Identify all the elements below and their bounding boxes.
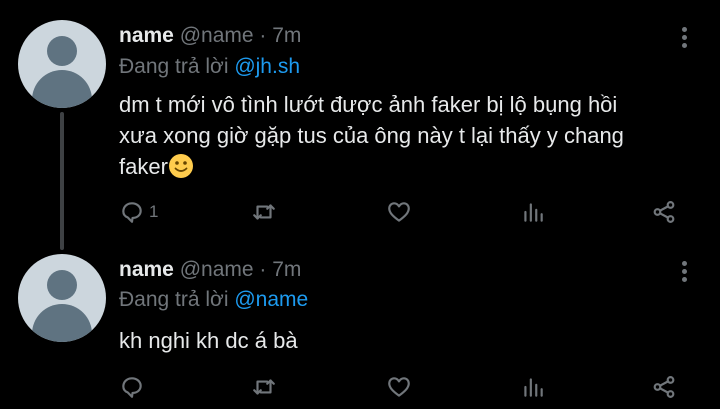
tweet-text: dm t mới vô tình lướt được ảnh faker bị … (119, 89, 699, 182)
retweet-icon (253, 379, 275, 395)
tweet[interactable]: name @name · 7m Đang trả lời @name kh ng… (0, 250, 720, 409)
share-button[interactable] (651, 372, 677, 402)
avatar[interactable] (18, 20, 106, 108)
tweet-actions: 1 (0, 197, 720, 227)
reply-button[interactable]: 1 (119, 197, 158, 227)
mention-link[interactable]: @name (234, 288, 308, 311)
replying-to: Đang trả lời @jh.sh (119, 54, 300, 80)
share-icon (653, 201, 675, 223)
display-name[interactable]: name (119, 258, 174, 281)
analytics-icon (524, 203, 543, 222)
slightly-smiling-face-icon (168, 154, 193, 178)
user-handle[interactable]: @name (180, 258, 254, 281)
separator-dot: · (259, 258, 267, 281)
avatar-body-shape (32, 304, 92, 342)
replying-to-label: Đang trả lời (119, 288, 229, 311)
tweet-header: name @name · 7m (119, 23, 301, 49)
tweet-text-line: kh nghi kh dc á bà (119, 328, 298, 353)
tweet[interactable]: name @name · 7m Đang trả lời @jh.sh dm t… (0, 0, 720, 250)
views-button[interactable] (520, 197, 546, 227)
mention-link[interactable]: @jh.sh (234, 55, 300, 78)
user-handle[interactable]: @name (180, 24, 254, 47)
views-button[interactable] (520, 372, 546, 402)
share-icon (653, 376, 675, 398)
more-vertical-icon (681, 261, 687, 266)
avatar-head-shape (47, 270, 77, 300)
reply-icon (122, 377, 142, 398)
retweet-button[interactable] (251, 372, 277, 402)
tweet-text-line: xưa xong giờ gặp tus của ông này t lại t… (119, 123, 624, 148)
retweet-button[interactable] (251, 197, 277, 227)
tweet-text: kh nghi kh dc á bà (119, 325, 699, 356)
tweet-text-line: faker (119, 154, 168, 179)
more-options-button[interactable] (676, 24, 692, 50)
like-button[interactable] (386, 372, 412, 402)
share-button[interactable] (651, 197, 677, 227)
reply-button[interactable] (119, 372, 149, 402)
replying-to-label: Đang trả lời (119, 55, 229, 78)
replying-to: Đang trả lời @name (119, 287, 308, 313)
reply-count: 1 (149, 202, 159, 221)
like-button[interactable] (386, 197, 412, 227)
analytics-icon (524, 378, 543, 397)
timestamp[interactable]: 7m (272, 258, 301, 281)
tweet-actions (0, 372, 720, 402)
timestamp[interactable]: 7m (272, 24, 301, 47)
avatar-head-shape (47, 36, 77, 66)
avatar[interactable] (18, 254, 106, 342)
retweet-icon (253, 204, 275, 220)
thread-line (60, 112, 64, 250)
reply-icon (122, 202, 142, 223)
tweet-text-line: dm t mới vô tình lướt được ảnh faker bị … (119, 92, 618, 117)
separator-dot: · (259, 24, 267, 47)
avatar-body-shape (32, 70, 92, 108)
display-name[interactable]: name (119, 24, 174, 47)
more-vertical-icon (681, 27, 687, 32)
more-options-button[interactable] (676, 258, 692, 284)
heart-icon (388, 202, 410, 222)
heart-icon (388, 377, 410, 397)
tweet-header: name @name · 7m (119, 257, 301, 283)
